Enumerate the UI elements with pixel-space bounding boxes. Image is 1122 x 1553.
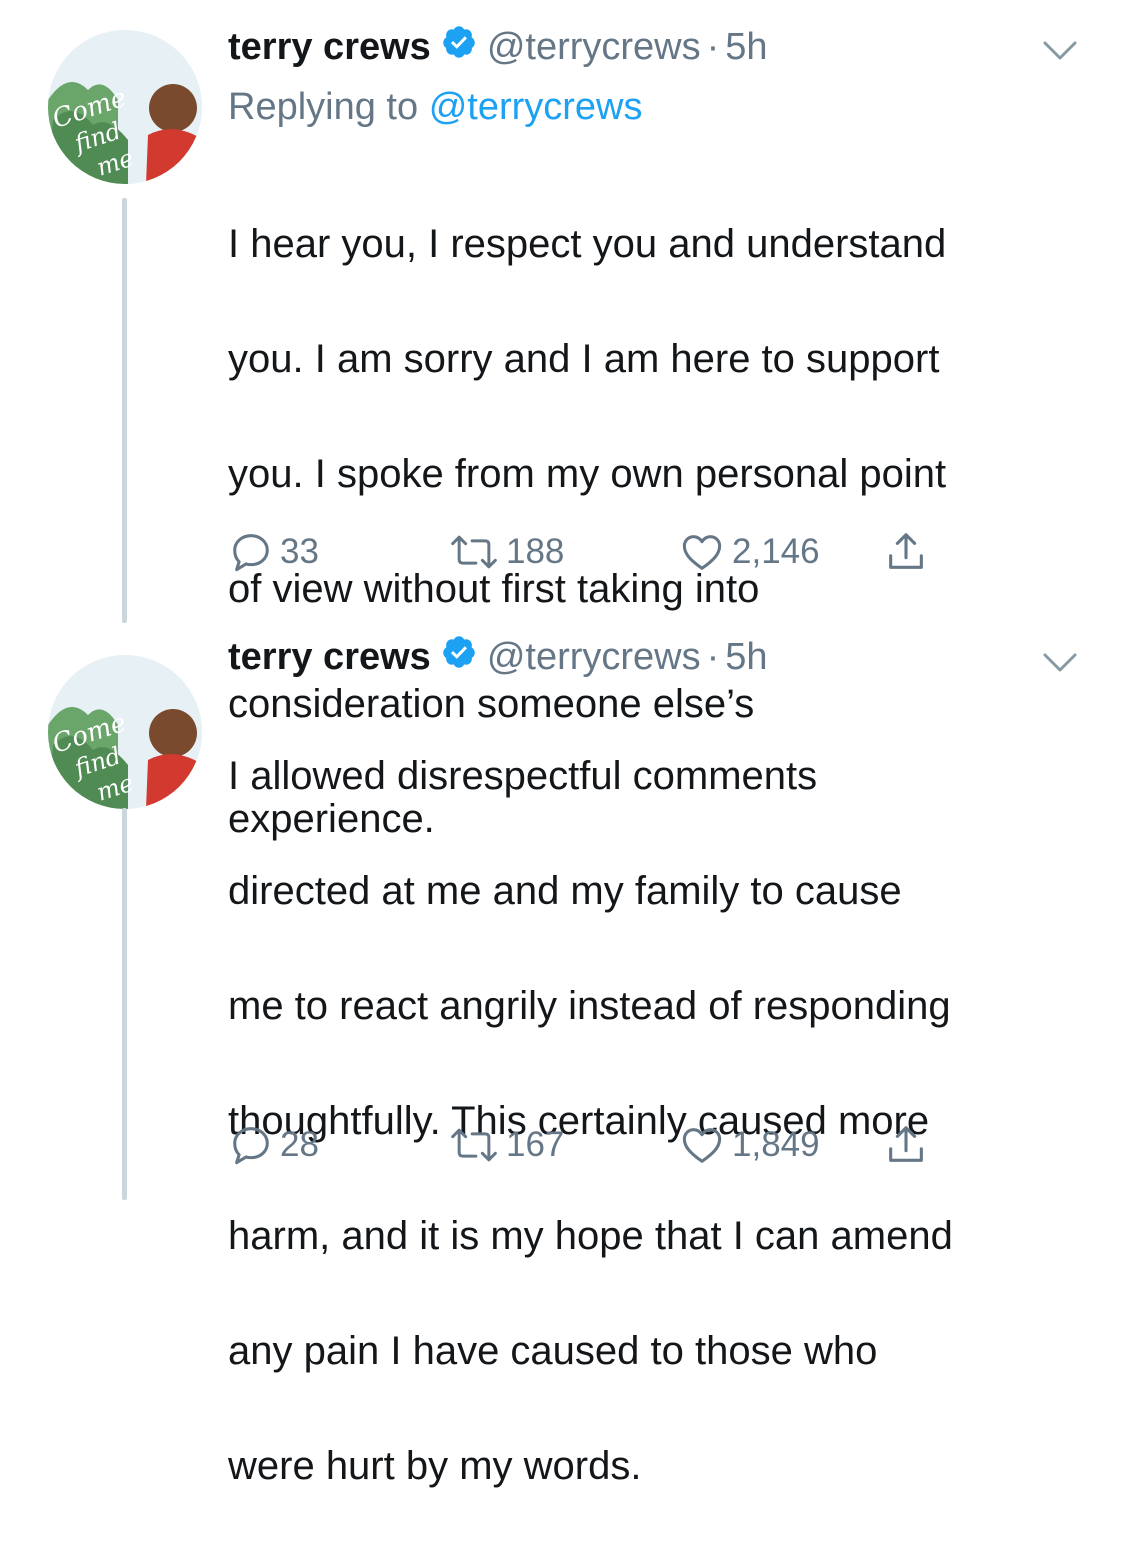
retweet-button[interactable]: 188 bbox=[448, 527, 564, 577]
tweet-text-line: any pain I have caused to those who bbox=[228, 1328, 878, 1373]
heart-icon bbox=[682, 1128, 722, 1163]
display-name[interactable]: terry crews bbox=[228, 26, 431, 68]
reply-mention-link[interactable]: @terrycrews bbox=[429, 86, 643, 128]
tweet-header: terry crews @terrycrews · 5h bbox=[228, 26, 768, 76]
share-icon bbox=[889, 1126, 923, 1162]
reply-icon bbox=[233, 1127, 269, 1165]
tweet[interactable]: Come find me terry crews @terrycrews · 5h I… bbox=[0, 636, 1122, 1488]
tweet-header: terry crews @terrycrews · 5h bbox=[228, 636, 768, 686]
separator-dot: · bbox=[706, 636, 720, 678]
chevron-down-icon[interactable] bbox=[1042, 652, 1078, 674]
tweet-text-line: harm, and it is my hope that I can amend bbox=[228, 1213, 953, 1258]
reply-icon bbox=[233, 534, 269, 572]
reply-count: 28 bbox=[280, 1125, 319, 1164]
avatar[interactable]: Come find me bbox=[48, 655, 202, 809]
tweet-text-line: were hurt by my words. bbox=[228, 1443, 642, 1488]
reply-button[interactable]: 33 bbox=[228, 527, 319, 577]
tweet-text-line: directed at me and my family to cause bbox=[228, 868, 902, 913]
handle[interactable]: @terrycrews bbox=[487, 26, 701, 68]
tweet-text-line: you. I am sorry and I am here to support bbox=[228, 336, 940, 381]
timestamp[interactable]: 5h bbox=[725, 26, 767, 68]
reply-count: 33 bbox=[280, 532, 319, 571]
tweet[interactable]: Come find me terry crews @terrycrews · 5h R… bbox=[0, 0, 1122, 841]
chevron-down-icon[interactable] bbox=[1042, 40, 1078, 62]
tweet-text-line: I allowed disrespectful comments bbox=[228, 753, 818, 798]
heart-icon bbox=[682, 535, 722, 570]
display-name[interactable]: terry crews bbox=[228, 636, 431, 678]
reply-prefix: Replying to bbox=[228, 86, 419, 128]
tweet-actions: 33 188 2,146 bbox=[228, 527, 988, 577]
like-button[interactable]: 1,849 bbox=[678, 1120, 820, 1170]
tweet-text-line: you. I spoke from my own personal point bbox=[228, 451, 947, 496]
tweet-actions: 28 167 1,849 bbox=[228, 1120, 988, 1170]
timestamp[interactable]: 5h bbox=[725, 636, 767, 678]
like-count: 2,146 bbox=[732, 532, 820, 571]
verified-badge-icon bbox=[441, 24, 477, 65]
thread-line bbox=[122, 198, 127, 623]
thread-line bbox=[122, 808, 127, 1200]
retweet-button[interactable]: 167 bbox=[448, 1120, 564, 1170]
retweet-count: 167 bbox=[506, 1125, 565, 1164]
share-button[interactable] bbox=[883, 1120, 929, 1170]
like-count: 1,849 bbox=[732, 1125, 820, 1164]
replying-to: Replying to @terrycrews bbox=[228, 86, 643, 129]
retweet-count: 188 bbox=[506, 532, 565, 571]
retweet-icon bbox=[451, 535, 497, 569]
like-button[interactable]: 2,146 bbox=[678, 527, 820, 577]
share-button[interactable] bbox=[883, 527, 929, 577]
retweet-icon bbox=[451, 1128, 497, 1162]
tweet-text-line: me to react angrily instead of respondin… bbox=[228, 983, 951, 1028]
tweet-text-line: I hear you, I respect you and understand bbox=[228, 221, 947, 266]
avatar[interactable]: Come find me bbox=[48, 30, 202, 184]
verified-badge-icon bbox=[441, 634, 477, 675]
separator-dot: · bbox=[706, 26, 720, 68]
share-icon bbox=[889, 533, 923, 569]
reply-button[interactable]: 28 bbox=[228, 1120, 319, 1170]
handle[interactable]: @terrycrews bbox=[487, 636, 701, 678]
